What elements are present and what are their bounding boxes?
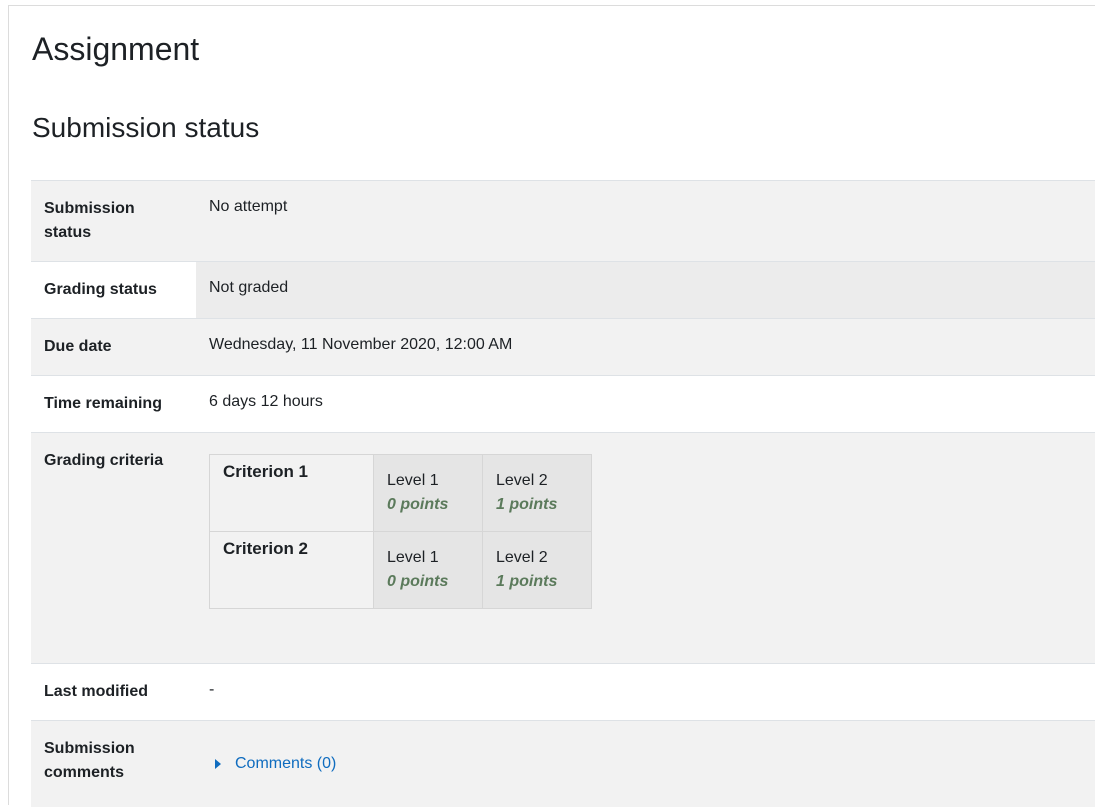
last-modified-value: - bbox=[196, 664, 1095, 721]
rubric-level: Level 2 1 points bbox=[483, 455, 592, 532]
level-points: 0 points bbox=[387, 493, 482, 517]
comments-toggle-link[interactable]: Comments (0) bbox=[209, 752, 336, 776]
row-label-line: comments bbox=[44, 764, 124, 781]
criterion-name: Criterion 1 bbox=[210, 455, 374, 532]
assignment-card: Assignment Submission status Submission … bbox=[8, 5, 1095, 805]
rubric-criterion-row: Criterion 1 Level 1 0 points Level 2 1 p… bbox=[210, 455, 592, 532]
page-title: Assignment bbox=[32, 30, 199, 68]
comments-link-label: Comments (0) bbox=[235, 752, 336, 776]
row-label-line: Submission bbox=[44, 740, 135, 757]
criterion-name: Criterion 2 bbox=[210, 532, 374, 609]
row-label: Due date bbox=[31, 319, 196, 376]
grading-status-value: Not graded bbox=[196, 262, 1095, 319]
level-points: 1 points bbox=[496, 493, 591, 517]
level-label: Level 1 bbox=[387, 472, 439, 489]
rubric-level: Level 1 0 points bbox=[374, 532, 483, 609]
caret-right-icon bbox=[215, 759, 221, 769]
row-submission-status: Submission status No attempt bbox=[31, 181, 1095, 262]
row-label: Grading criteria bbox=[31, 433, 196, 664]
row-submission-comments: Submission comments Comments (0) bbox=[31, 721, 1095, 807]
submission-status-value: No attempt bbox=[196, 181, 1095, 262]
time-remaining-value: 6 days 12 hours bbox=[196, 376, 1095, 433]
rubric-level: Level 2 1 points bbox=[483, 532, 592, 609]
level-label: Level 1 bbox=[387, 549, 439, 566]
grading-criteria-cell: Criterion 1 Level 1 0 points Level 2 1 p… bbox=[196, 433, 1095, 664]
rubric-level: Level 1 0 points bbox=[374, 455, 483, 532]
row-label-line: status bbox=[44, 224, 91, 241]
row-time-remaining: Time remaining 6 days 12 hours bbox=[31, 376, 1095, 433]
rubric-criterion-row: Criterion 2 Level 1 0 points Level 2 1 p… bbox=[210, 532, 592, 609]
level-points: 1 points bbox=[496, 570, 591, 594]
row-due-date: Due date Wednesday, 11 November 2020, 12… bbox=[31, 319, 1095, 376]
row-label: Last modified bbox=[31, 664, 196, 721]
due-date-value: Wednesday, 11 November 2020, 12:00 AM bbox=[196, 319, 1095, 376]
row-grading-criteria: Grading criteria Criterion 1 Level 1 0 p… bbox=[31, 433, 1095, 664]
section-title: Submission status bbox=[32, 111, 259, 145]
level-label: Level 2 bbox=[496, 472, 548, 489]
row-label: Submission comments bbox=[31, 721, 196, 807]
row-grading-status: Grading status Not graded bbox=[31, 262, 1095, 319]
submission-status-table: Submission status No attempt Grading sta… bbox=[31, 180, 1095, 807]
row-label: Grading status bbox=[31, 262, 196, 319]
row-last-modified: Last modified - bbox=[31, 664, 1095, 721]
row-label-line: Submission bbox=[44, 200, 135, 217]
submission-comments-cell: Comments (0) bbox=[196, 721, 1095, 807]
level-points: 0 points bbox=[387, 570, 482, 594]
rubric-table: Criterion 1 Level 1 0 points Level 2 1 p… bbox=[209, 454, 592, 609]
row-label: Submission status bbox=[31, 181, 196, 262]
level-label: Level 2 bbox=[496, 549, 548, 566]
row-label: Time remaining bbox=[31, 376, 196, 433]
